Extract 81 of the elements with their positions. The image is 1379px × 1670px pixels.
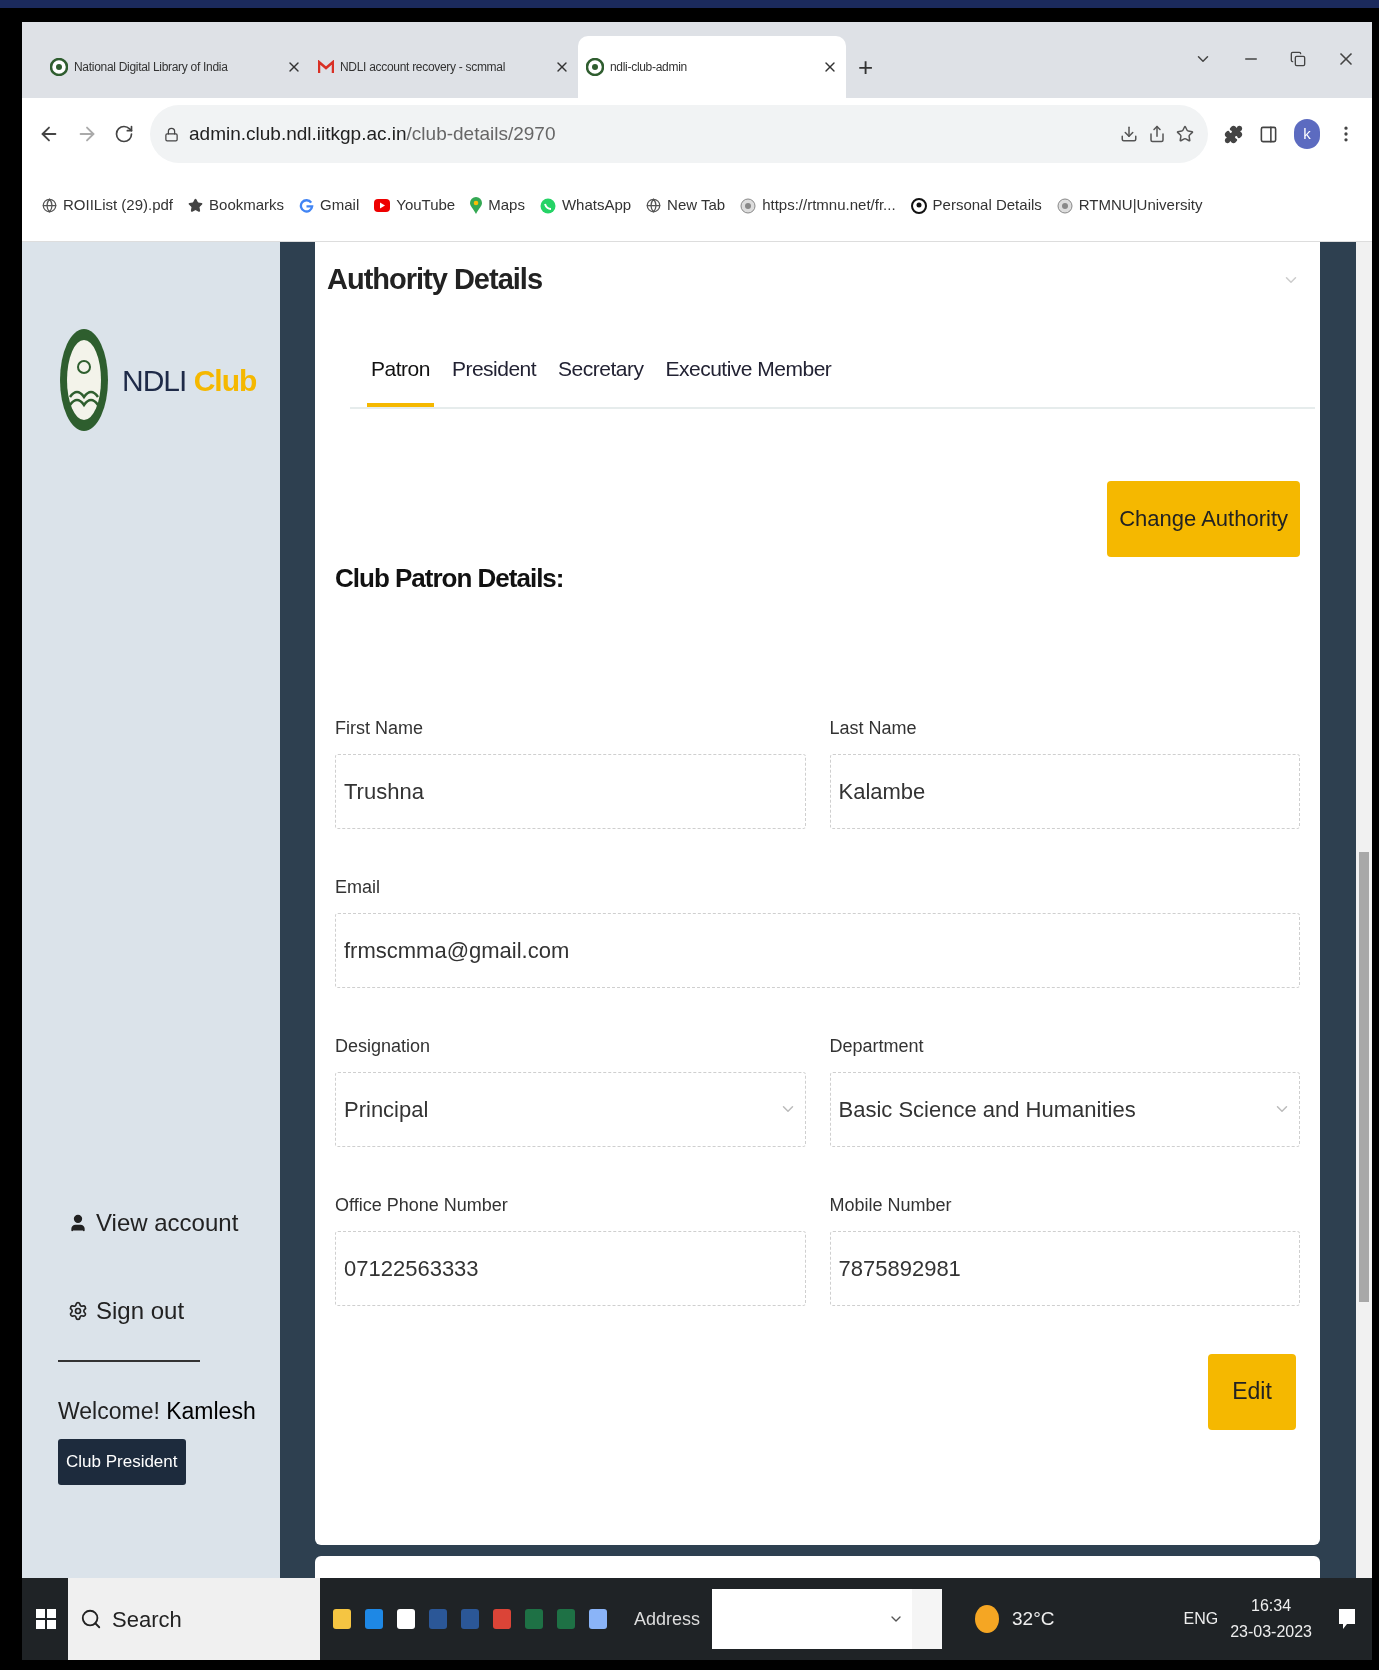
brand-name: NDLI Club [122, 362, 257, 399]
field-label: Email [335, 875, 381, 899]
bookmark-item[interactable]: Gmail [299, 194, 360, 217]
side-panel-icon[interactable] [1259, 124, 1278, 144]
map-pin-icon [470, 197, 483, 214]
logo-icon [50, 58, 68, 76]
app-icon[interactable] [588, 1608, 608, 1630]
tab[interactable]: Patron [367, 346, 434, 407]
welcome-text: Welcome! Kamlesh [58, 1397, 257, 1426]
field-label: Office Phone Number [335, 1193, 509, 1217]
chat-icon [539, 197, 556, 214]
globe-icon [646, 198, 662, 213]
field-label: Mobile Number [829, 1193, 953, 1217]
app-icon[interactable] [396, 1608, 416, 1630]
address-bar[interactable]: admin.club.ndl.iitkgp.ac.in/club-details/2970 [150, 105, 1208, 163]
site-icon [910, 197, 927, 214]
url-text: admin.club.ndl.iitkgp.ac.in/club-details/2970 [189, 121, 557, 146]
site-icon [1056, 197, 1073, 214]
sidebar-link[interactable]: Sign out [68, 1296, 280, 1326]
share-icon[interactable] [1148, 125, 1166, 143]
tab[interactable]: Secretary [554, 346, 648, 407]
change-authority-button[interactable]: Change Authority [1107, 480, 1300, 557]
sidebar-link[interactable]: View account [68, 1208, 280, 1238]
search-icon [80, 1608, 102, 1630]
details-heading: Club Patron Details: [335, 561, 565, 595]
input-field[interactable]: Trushna [335, 753, 806, 829]
field-label: Last Name [829, 716, 918, 740]
star-icon [188, 198, 204, 213]
edit-button[interactable]: Edit [1208, 1353, 1296, 1430]
input-field[interactable]: Kalambe [829, 753, 1300, 829]
bookmark-item[interactable]: Bookmarks [188, 194, 285, 217]
site-icon [740, 197, 757, 214]
lock-icon [164, 126, 179, 142]
user-icon [68, 1213, 88, 1233]
restore-icon[interactable] [1290, 51, 1306, 67]
bookmark-item[interactable]: New Tab [646, 194, 726, 217]
tab[interactable]: President [447, 346, 541, 407]
letter-g-icon [299, 198, 315, 213]
weather-icon [974, 1604, 1001, 1634]
input-field[interactable]: 7875892981 [829, 1230, 1300, 1306]
browser-tab[interactable]: NDLI account recovery - scmmal [310, 36, 578, 98]
globe-icon [42, 198, 57, 213]
new-tab-button[interactable]: + [846, 36, 886, 98]
input-field[interactable]: frmscmma@gmail.com [335, 912, 1300, 988]
input-field[interactable]: 07122563333 [335, 1230, 806, 1306]
download-icon[interactable] [1120, 125, 1138, 143]
select-field[interactable]: Basic Science and Humanities [829, 1071, 1300, 1147]
clock-time: 16:34 [1251, 1596, 1292, 1617]
address-field[interactable] [712, 1589, 943, 1649]
field-label: First Name [335, 716, 424, 740]
bookmark-item[interactable]: https://rtmnu.net/fr... [740, 194, 896, 217]
clock-date: 23-03-2023 [1230, 1622, 1312, 1642]
bookmark-item[interactable]: Maps [470, 194, 525, 217]
search-box[interactable]: Search [68, 1578, 320, 1660]
section-title: Authority Details [327, 262, 543, 297]
mail-icon [318, 60, 334, 74]
bookmark-item[interactable]: Personal Details [910, 194, 1042, 217]
select-field[interactable]: Principal [335, 1071, 806, 1147]
bookmark-item[interactable]: YouTube [374, 194, 456, 217]
role-badge: Club President [58, 1438, 186, 1485]
play-icon [374, 199, 391, 212]
reload-icon[interactable] [114, 124, 134, 144]
bookmark-item[interactable]: RTMNU|University [1056, 194, 1203, 217]
browser-tab[interactable]: National Digital Library of India [42, 36, 310, 98]
app-icon[interactable] [332, 1608, 352, 1630]
profile-avatar[interactable]: k [1294, 119, 1320, 149]
star-icon[interactable] [1176, 125, 1194, 143]
address-label: Address [634, 1607, 701, 1631]
puzzle-icon[interactable] [1224, 124, 1243, 144]
language-indicator[interactable]: ENG [1183, 1607, 1219, 1631]
tab[interactable]: Executive Member [661, 346, 836, 407]
temperature-text: 32°C [1012, 1606, 1055, 1631]
field-label: Department [829, 1034, 925, 1058]
notification-icon[interactable] [1338, 1608, 1356, 1630]
bookmark-item[interactable]: ROIIList (29).pdf [42, 194, 174, 217]
browser-tab[interactable]: ndli-club-admin [578, 36, 846, 98]
logo-icon [586, 58, 604, 76]
bookmark-item[interactable]: WhatsApp [539, 194, 632, 217]
gear-icon [68, 1301, 88, 1321]
field-label: Designation [335, 1034, 432, 1058]
windows-icon[interactable] [36, 1609, 56, 1629]
